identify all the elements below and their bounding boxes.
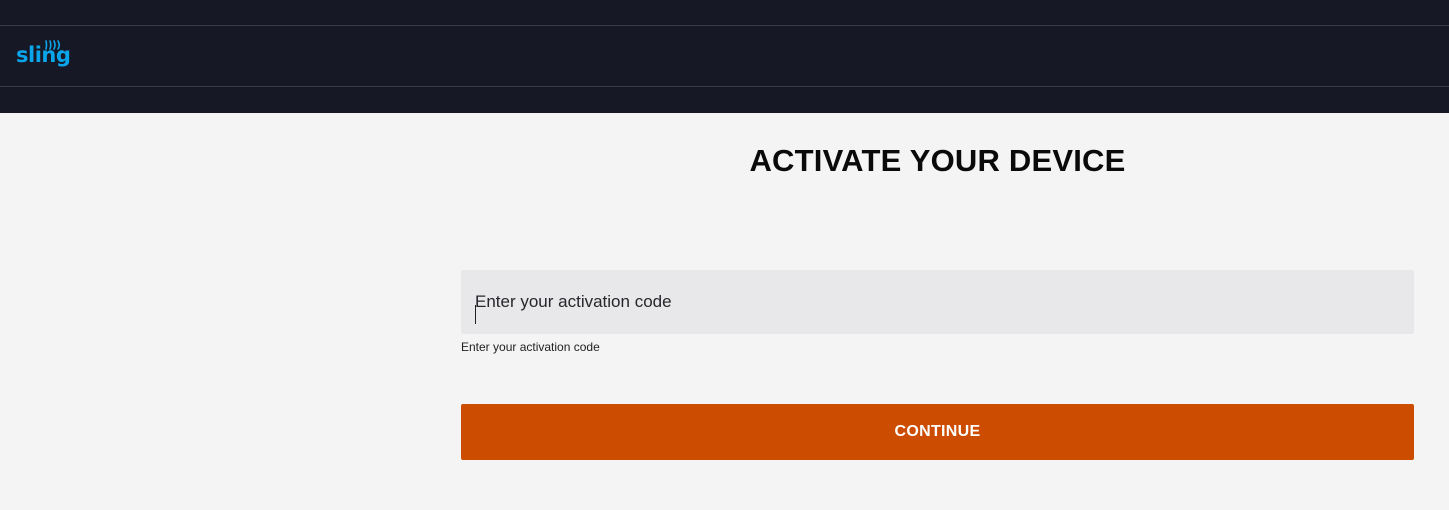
header-divider-top bbox=[0, 25, 1449, 26]
activation-code-helper-text: Enter your activation code bbox=[461, 340, 600, 354]
main-content: ACTIVATE YOUR DEVICE Enter your activati… bbox=[0, 113, 1449, 510]
activation-code-field[interactable]: Enter your activation code bbox=[461, 270, 1414, 334]
top-header: sling bbox=[0, 0, 1449, 113]
sling-logo[interactable]: sling bbox=[16, 40, 71, 70]
header-divider-bottom bbox=[0, 86, 1449, 87]
page-title: ACTIVATE YOUR DEVICE bbox=[749, 143, 1126, 178]
continue-button[interactable]: CONTINUE bbox=[461, 404, 1414, 460]
text-cursor bbox=[475, 305, 476, 324]
logo-text: sling bbox=[16, 43, 71, 67]
activation-code-input[interactable] bbox=[461, 270, 1414, 334]
